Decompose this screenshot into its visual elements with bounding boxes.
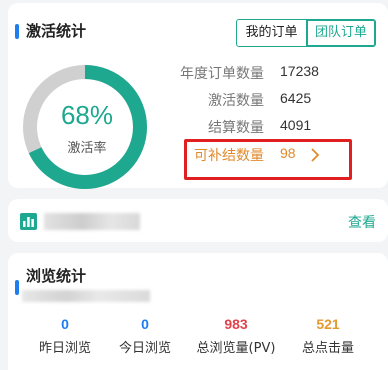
metric-value: 983	[224, 316, 248, 332]
stat-label: 可补结数量	[194, 148, 264, 164]
metric-today: 0 今日浏览	[100, 316, 190, 356]
blurred-text	[22, 290, 150, 302]
bar-chart-icon	[20, 213, 37, 230]
stat-row-annual-orders: 年度订单数量 17238	[8, 63, 388, 83]
metric-label: 今日浏览	[118, 341, 171, 356]
browse-card: 浏览统计 0 昨日浏览 0 今日浏览 983 总浏览量(PV) 521 总点击量	[8, 253, 388, 370]
stat-row-activated: 激活数量 6425	[8, 90, 388, 110]
metric-value: 0	[141, 316, 149, 332]
stat-row-settled: 结算数量 4091	[8, 117, 388, 137]
metric-total-clicks: 521 总点击量	[283, 316, 373, 356]
stat-label: 激活数量	[208, 93, 264, 109]
stat-value: 17238	[280, 63, 319, 79]
stat-value: 6425	[280, 90, 312, 106]
tab-my-orders[interactable]: 我的订单	[236, 19, 307, 47]
blurred-text	[44, 213, 140, 230]
stat-label: 结算数量	[208, 120, 264, 136]
stat-value: 4091	[280, 117, 312, 133]
metric-total-pv: 983 总浏览量(PV)	[191, 316, 281, 356]
activation-title: 激活统计	[26, 22, 87, 40]
metric-label: 总浏览量(PV)	[196, 341, 276, 356]
metric-label: 总点击量	[301, 341, 354, 356]
metric-yesterday: 0 昨日浏览	[20, 316, 110, 356]
title-accent-bar	[15, 24, 19, 39]
stat-row-resettleable[interactable]: 可补结数量 98	[8, 145, 388, 165]
metric-value: 521	[316, 316, 340, 332]
metric-label: 昨日浏览	[38, 341, 91, 356]
browse-title: 浏览统计	[26, 267, 87, 285]
view-card: 查看	[8, 199, 388, 242]
activation-card: 激活统计 我的订单 团队订单 68% 激活率 年度订单数量 17238 激活数量…	[8, 3, 388, 189]
metric-value: 0	[61, 316, 69, 332]
stat-label: 年度订单数量	[180, 66, 264, 82]
tab-team-orders[interactable]: 团队订单	[306, 19, 376, 47]
title-accent-bar	[15, 280, 19, 295]
stat-value: 98	[280, 145, 296, 161]
chevron-right-icon	[310, 145, 320, 167]
view-link[interactable]: 查看	[348, 212, 376, 232]
